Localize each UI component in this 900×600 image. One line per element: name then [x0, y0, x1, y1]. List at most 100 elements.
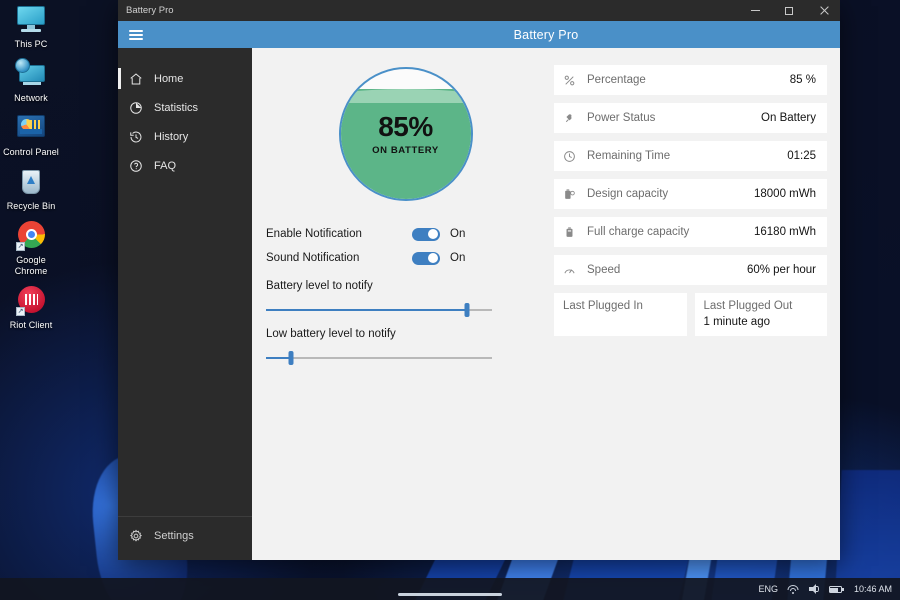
- network-icon: [14, 58, 48, 90]
- sidebar-item-label: History: [154, 130, 189, 143]
- battery-full-icon: [563, 226, 583, 239]
- sidebar-nav: Home Statistics History FAQ: [118, 48, 252, 516]
- slider-fill: [266, 309, 468, 311]
- info-label: Full charge capacity: [587, 226, 690, 238]
- sidebar-item-home[interactable]: Home: [118, 64, 252, 93]
- gauge-and-controls-column: 85% ON BATTERY Enable Notification On So…: [252, 63, 552, 560]
- last-plugged-in-title: Last Plugged In: [563, 300, 643, 312]
- close-icon: [819, 6, 828, 15]
- sidebar-item-history[interactable]: History: [118, 122, 252, 151]
- enable-notification-label: Enable Notification: [266, 228, 362, 240]
- hamburger-menu-button[interactable]: [118, 21, 252, 48]
- gear-icon: [129, 529, 151, 543]
- minimize-button[interactable]: [738, 0, 772, 21]
- info-label: Percentage: [587, 74, 646, 86]
- home-icon: [129, 72, 151, 86]
- battery-design-icon: [563, 188, 583, 201]
- system-tray: ENG 10:46 AM: [758, 583, 900, 595]
- info-label: Remaining Time: [587, 150, 671, 162]
- notification-controls: Enable Notification On Sound Notificatio…: [266, 223, 497, 365]
- sound-notification-state: On: [450, 252, 466, 264]
- history-clock-icon: [129, 130, 151, 144]
- taskbar[interactable]: ENG 10:46 AM: [0, 578, 900, 600]
- slider-thumb[interactable]: [464, 303, 470, 317]
- close-button[interactable]: [806, 0, 840, 21]
- clock-icon: [563, 150, 583, 163]
- info-value: 16180 mWh: [753, 226, 816, 238]
- language-indicator[interactable]: ENG: [758, 584, 778, 594]
- sidebar: Home Statistics History FAQ Settings: [118, 21, 252, 560]
- low-battery-slider[interactable]: [266, 351, 492, 365]
- battery-icon[interactable]: [828, 583, 845, 595]
- info-row-remaining-time[interactable]: Remaining Time 01:25: [554, 141, 827, 171]
- info-value: On Battery: [761, 112, 816, 124]
- sidebar-item-faq[interactable]: FAQ: [118, 151, 252, 180]
- desktop-icon-this-pc[interactable]: This PC: [0, 4, 62, 50]
- main-content: 85% ON BATTERY Enable Notification On So…: [252, 21, 840, 560]
- last-plugged-in-card[interactable]: Last Plugged In: [554, 293, 687, 336]
- info-label: Power Status: [587, 112, 656, 124]
- desktop-icon-label: Recycle Bin: [6, 201, 56, 211]
- battery-level-slider-block: Battery level to notify: [266, 280, 497, 317]
- desktop-icon-label: Control Panel: [3, 147, 59, 157]
- sound-notification-label: Sound Notification: [266, 252, 360, 264]
- window-title: Battery Pro: [126, 5, 174, 16]
- info-label: Speed: [587, 264, 621, 276]
- info-value: 60% per hour: [746, 264, 816, 276]
- battery-level-slider[interactable]: [266, 303, 492, 317]
- low-battery-slider-label: Low battery level to notify: [266, 328, 396, 340]
- desktop-icon-riot-client[interactable]: ↗ Riot Client: [0, 285, 62, 331]
- desktop-icon-label: Riot Client: [9, 320, 53, 330]
- taskbar-clock[interactable]: 10:46 AM: [854, 584, 892, 594]
- sidebar-item-label: Statistics: [154, 101, 199, 114]
- control-panel-icon: [14, 112, 48, 144]
- info-row-power-status[interactable]: Power Status On Battery: [554, 103, 827, 133]
- sidebar-item-label: Home: [154, 72, 184, 85]
- maximize-icon: [785, 6, 793, 15]
- battery-gauge-circle: 85% ON BATTERY: [338, 67, 473, 201]
- last-plugged-out-card[interactable]: Last Plugged Out 1 minute ago: [694, 293, 827, 336]
- recycle-bin-icon: [14, 166, 48, 198]
- speaker-icon[interactable]: [808, 583, 820, 595]
- desktop-icon-network[interactable]: Network: [0, 58, 62, 104]
- battery-gauge-text: 85% ON BATTERY: [341, 69, 471, 199]
- info-row-speed[interactable]: Speed 60% per hour: [554, 255, 827, 285]
- last-plugged-out-value: 1 minute ago: [703, 316, 771, 328]
- desktop-icon-label: Network: [14, 93, 48, 103]
- enable-notification-state: On: [450, 228, 466, 240]
- sidebar-item-label: Settings: [154, 529, 194, 542]
- info-value: 85 %: [789, 74, 816, 86]
- desktop-icon-google-chrome[interactable]: ↗ Google Chrome: [0, 220, 62, 277]
- desktop-icon-list: This PC Network Control Panel Recycle Bi…: [0, 4, 62, 339]
- sound-notification-toggle[interactable]: [412, 251, 440, 265]
- app-header: Battery Pro: [252, 21, 840, 48]
- riot-client-icon: ↗: [14, 285, 48, 317]
- battery-gauge: 85% ON BATTERY: [259, 67, 552, 201]
- slider-thumb[interactable]: [288, 351, 294, 365]
- hamburger-menu-icon: [129, 28, 143, 42]
- sidebar-item-settings[interactable]: Settings: [118, 521, 252, 550]
- window-titlebar[interactable]: Battery Pro: [118, 0, 840, 21]
- speed-arc-icon: [563, 264, 583, 277]
- desktop-icon-control-panel[interactable]: Control Panel: [0, 112, 62, 158]
- info-value: 18000 mWh: [753, 188, 816, 200]
- info-row-percentage[interactable]: Percentage 85 %: [554, 65, 827, 95]
- plug-icon: [563, 112, 583, 125]
- desktop-icon-label: Google Chrome: [14, 255, 48, 276]
- chrome-icon: ↗: [14, 220, 48, 252]
- battery-level-slider-label: Battery level to notify: [266, 280, 373, 292]
- info-label: Design capacity: [587, 188, 669, 200]
- last-plugged-out-title: Last Plugged Out: [703, 300, 793, 312]
- maximize-button[interactable]: [772, 0, 806, 21]
- toggle-knob: [428, 253, 438, 263]
- toggle-knob: [428, 229, 438, 239]
- info-row-full-charge-capacity[interactable]: Full charge capacity 16180 mWh: [554, 217, 827, 247]
- battery-percent-value: 85%: [378, 110, 433, 142]
- enable-notification-toggle[interactable]: [412, 227, 440, 241]
- desktop-icon-recycle-bin[interactable]: Recycle Bin: [0, 166, 62, 212]
- slider-track: [266, 357, 492, 359]
- minimize-icon: [750, 10, 760, 11]
- sidebar-item-statistics[interactable]: Statistics: [118, 93, 252, 122]
- info-row-design-capacity[interactable]: Design capacity 18000 mWh: [554, 179, 827, 209]
- wifi-icon[interactable]: [787, 583, 799, 595]
